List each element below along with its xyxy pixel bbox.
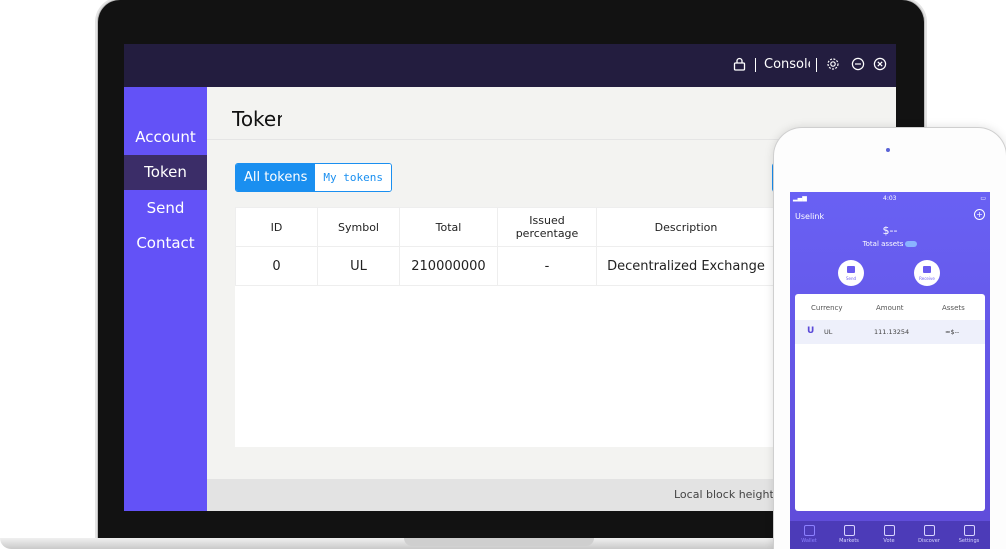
total-assets-text: Total assets — [862, 240, 904, 248]
column-header-assets: Assets — [942, 304, 965, 312]
tab-wallet[interactable]: Wallet — [794, 525, 824, 544]
titlebar-divider — [755, 58, 756, 72]
send-action-button[interactable]: Send — [838, 260, 864, 286]
battery-icon: ▭ — [980, 195, 986, 202]
tab-discover[interactable]: Discover — [914, 525, 944, 544]
receive-icon — [923, 266, 931, 273]
tab-vote[interactable]: Vote — [874, 525, 904, 544]
tab-wallet-label: Wallet — [801, 538, 817, 544]
sidebar-item-send[interactable]: Send — [124, 191, 207, 226]
console-button[interactable]: Console — [764, 57, 810, 72]
minimize-icon[interactable] — [850, 57, 866, 73]
chart-icon — [843, 525, 855, 536]
add-icon[interactable]: + — [974, 209, 985, 220]
wallet-balance: $-- — [882, 224, 898, 237]
title-bar: Console — [124, 44, 896, 87]
asset-card: Currency Amount Assets U UL 111.13254 ≈$… — [795, 294, 985, 511]
gear-icon[interactable] — [825, 57, 841, 73]
token-tabs: All tokens My tokens — [235, 163, 392, 192]
cell-description: Decentralized Exchange — [596, 246, 776, 286]
asset-amount: 111.13254 — [874, 328, 910, 336]
sidebar-item-account[interactable]: Account — [124, 120, 207, 155]
column-header-amount: Amount — [876, 304, 904, 312]
tab-all-tokens[interactable]: All tokens — [236, 164, 316, 191]
tab-my-tokens[interactable]: My tokens — [315, 164, 391, 191]
column-header-issued-percentage: Issued percentage — [497, 207, 597, 247]
column-header-id: ID — [235, 207, 318, 247]
uselink-logo-icon: U — [807, 326, 815, 336]
lock-icon[interactable] — [731, 57, 747, 73]
tab-settings[interactable]: Settings — [954, 525, 984, 544]
cell-id: 0 — [235, 246, 318, 286]
sidebar: Account Token Send Contact — [124, 87, 207, 511]
asset-row[interactable]: U UL 111.13254 ≈$-- — [795, 320, 985, 344]
token-table-card: ID Symbol Total Issued percentage Descri… — [235, 207, 780, 447]
page-title: Token — [232, 107, 282, 131]
column-header-total: Total — [399, 207, 498, 247]
signal-icon: ▂▄▆ — [793, 195, 807, 202]
token-table: ID Symbol Total Issued percentage Descri… — [235, 207, 776, 286]
wallet-icon — [803, 525, 815, 536]
asset-symbol: UL — [824, 328, 833, 336]
column-header-currency: Currency — [811, 304, 843, 312]
tab-markets-label: Markets — [839, 538, 859, 544]
block-height-status: Local block height: 6 — [674, 488, 788, 501]
phone-status-bar: ▂▄▆ 4:03 ▭ — [790, 194, 990, 204]
tab-discover-label: Discover — [918, 538, 940, 544]
phone-screen: ▂▄▆ 4:03 ▭ Uselink + $-- Total assets Se… — [790, 192, 990, 549]
cell-symbol: UL — [317, 246, 400, 286]
column-header-symbol: Symbol — [317, 207, 400, 247]
receive-action-button[interactable]: Receive — [914, 260, 940, 286]
titlebar-divider — [816, 58, 817, 72]
send-icon — [847, 266, 855, 273]
phone-tab-bar: Wallet Markets Vote Discover Settings — [790, 521, 990, 549]
tab-markets[interactable]: Markets — [834, 525, 864, 544]
tab-settings-label: Settings — [958, 538, 980, 544]
total-assets-label: Total assets — [790, 240, 990, 248]
compass-icon — [923, 525, 935, 536]
table-header-row: ID Symbol Total Issued percentage Descri… — [235, 207, 776, 247]
sidebar-item-contact[interactable]: Contact — [124, 226, 207, 261]
send-action-label: Send — [845, 276, 857, 281]
wallet-brand: Uselink — [795, 212, 825, 221]
cell-issued-percentage: - — [497, 246, 597, 286]
phone-camera — [886, 148, 890, 152]
close-icon[interactable] — [872, 57, 888, 73]
asset-value: ≈$-- — [945, 328, 960, 336]
tab-vote-label: Vote — [883, 538, 895, 544]
settings-icon — [963, 525, 975, 536]
table-row[interactable]: 0 UL 210000000 - Decentralized Exchange — [235, 246, 776, 286]
bar-chart-icon — [883, 525, 895, 536]
column-header-description: Description — [596, 207, 776, 247]
sidebar-item-token[interactable]: Token — [124, 155, 207, 190]
eye-icon[interactable] — [905, 241, 918, 247]
phone-frame: ▂▄▆ 4:03 ▭ Uselink + $-- Total assets Se… — [774, 128, 1006, 549]
laptop-notch — [404, 538, 594, 546]
receive-action-label: Receive — [919, 276, 935, 281]
cell-total: 210000000 — [399, 246, 498, 286]
phone-time: 4:03 — [883, 195, 897, 202]
